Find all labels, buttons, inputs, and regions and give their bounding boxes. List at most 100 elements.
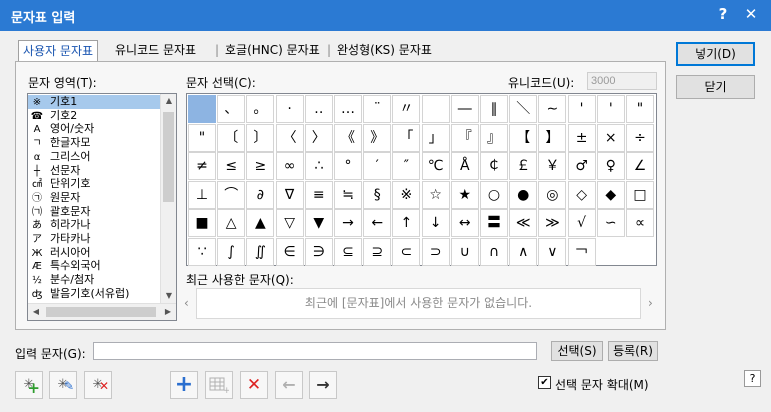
area-list-item[interactable]: ☎ 기호2 xyxy=(28,109,161,123)
area-list-item[interactable]: ㈀ 괄호문자 xyxy=(28,205,161,219)
symbol-cell[interactable]: ′ xyxy=(363,152,392,180)
symbol-cell[interactable]: ⌒ xyxy=(217,180,246,209)
symbol-cell[interactable]: 』 xyxy=(480,123,508,152)
area-list-item[interactable]: α 그리스어 xyxy=(28,150,161,164)
symbol-cell[interactable]: ∝ xyxy=(626,209,654,237)
symbol-cell[interactable]: ∼ xyxy=(538,95,567,123)
symbol-cell[interactable]: ▽ xyxy=(275,209,304,237)
symbol-cell[interactable]: ≡ xyxy=(304,180,333,209)
symbol-cell[interactable]: ◇ xyxy=(567,180,596,209)
symbol-cell[interactable]: 、 xyxy=(217,95,246,123)
symbol-cell[interactable]: " xyxy=(188,123,216,152)
symbol-cell[interactable]: 『 xyxy=(450,123,479,152)
symbol-cell[interactable]: ⊂ xyxy=(392,237,421,266)
recent-prev-icon[interactable]: ‹ xyxy=(184,296,189,310)
area-list-item[interactable]: ※ 기호1 xyxy=(28,95,161,109)
symbol-cell[interactable]: ◆ xyxy=(596,180,625,209)
area-list-item[interactable]: あ 히라가나 xyxy=(28,218,161,232)
area-list-item[interactable]: ㄱ 한글자모 xyxy=(28,136,161,150)
symbol-cell[interactable]: ∪ xyxy=(450,237,479,266)
move-right-icon[interactable]: → xyxy=(309,371,337,399)
unicode-input[interactable] xyxy=(587,72,657,90)
symbol-cell[interactable]: ∽ xyxy=(596,209,625,237)
symbol-cell[interactable]: ' xyxy=(596,95,625,123)
scroll-thumb-horizontal[interactable] xyxy=(46,307,156,317)
symbol-cell[interactable]: ＼ xyxy=(509,95,538,123)
symbol-cell[interactable]: ⊆ xyxy=(334,237,362,266)
symbol-cell[interactable]: ※ xyxy=(392,180,421,209)
symbol-cell[interactable]: ￠ xyxy=(480,152,508,180)
symbol-cell[interactable]: ⊥ xyxy=(188,180,216,209)
symbol-cell[interactable]: 〕 xyxy=(246,123,275,152)
symbol-cell[interactable]: ℃ xyxy=(421,152,450,180)
symbol-cell[interactable]: 】 xyxy=(538,123,567,152)
area-list-item[interactable]: Æ 특수외국어 xyxy=(28,259,161,273)
recent-next-icon[interactable]: › xyxy=(648,296,653,310)
help-icon[interactable]: ? xyxy=(744,370,761,387)
area-list[interactable]: ※ 기호1 ☎ 기호2 A 영어/숫자 ㄱ 한글자모 α 그리스어 ┼ 선문자 ㎠ 단위기호 ㉠ 원문자 ㈀ 괄호… xyxy=(27,93,177,321)
area-list-item[interactable]: ア 가타카나 xyxy=(28,232,161,246)
close-button[interactable]: ✕ xyxy=(741,5,761,23)
delete-group-icon[interactable]: ✳ ✕ xyxy=(84,371,112,399)
symbol-cell[interactable]: → xyxy=(334,209,362,237)
symbol-cell[interactable]: ∴ xyxy=(304,152,333,180)
symbol-cell[interactable]: ∠ xyxy=(626,152,654,180)
scroll-left-icon[interactable]: ◀ xyxy=(28,307,44,316)
symbol-cell[interactable]: × xyxy=(596,123,625,152)
area-list-item[interactable]: Ж 러시아어 xyxy=(28,246,161,260)
symbol-cell[interactable]: ○ xyxy=(480,180,508,209)
symbol-cell[interactable]: ° xyxy=(334,152,362,180)
symbol-cell[interactable]: ⊇ xyxy=(363,237,392,266)
symbol-cell[interactable]: ≥ xyxy=(246,152,275,180)
area-list-item[interactable]: A 영어/숫자 xyxy=(28,122,161,136)
symbol-cell[interactable]: ▼ xyxy=(304,209,333,237)
register-button[interactable]: 등록(R) xyxy=(608,341,658,361)
symbol-cell[interactable]: ∥ xyxy=(480,95,508,123)
symbol-cell[interactable]: 」 xyxy=(421,123,450,152)
symbol-cell[interactable]: ∩ xyxy=(480,237,508,266)
symbol-cell[interactable]: ☆ xyxy=(421,180,450,209)
symbol-cell[interactable]: □ xyxy=(626,180,654,209)
scroll-thumb[interactable] xyxy=(163,112,174,202)
vertical-scrollbar[interactable]: ▲ ▼ xyxy=(160,94,176,304)
symbol-cell[interactable]: ÷ xyxy=(626,123,654,152)
symbol-cell[interactable]: ≫ xyxy=(538,209,567,237)
symbol-cell[interactable]: ≒ xyxy=(334,180,362,209)
symbol-cell[interactable]: ● xyxy=(509,180,538,209)
symbol-cell[interactable]: ‥ xyxy=(304,95,333,123)
symbol-cell[interactable]: ∫ xyxy=(217,237,246,266)
symbol-cell[interactable]: ← xyxy=(363,209,392,237)
help-button[interactable]: ? xyxy=(713,5,733,23)
delete-char-icon[interactable]: ✕ xyxy=(240,371,268,399)
input-chars-field[interactable] xyxy=(93,342,537,360)
symbol-cell[interactable]: ∵ xyxy=(188,237,216,266)
symbol-cell[interactable]: ■ xyxy=(188,209,216,237)
symbol-cell[interactable]: ★ xyxy=(450,180,479,209)
symbol-cell[interactable]: 〓 xyxy=(480,209,508,237)
tab-ks[interactable]: 완성형(KS) 문자표 xyxy=(333,40,436,62)
symbol-cell[interactable]: 【 xyxy=(509,123,538,152)
symbol-cell[interactable]: ∨ xyxy=(538,237,567,266)
symbol-cell[interactable]: ∬ xyxy=(246,237,275,266)
symbol-cell[interactable]: 《 xyxy=(334,123,362,152)
symbol-cell[interactable]: ∇ xyxy=(275,180,304,209)
symbol-cell[interactable]: ' xyxy=(567,95,596,123)
symbol-cell[interactable]: ♀ xyxy=(596,152,625,180)
symbol-cell[interactable]: " xyxy=(626,95,654,123)
symbol-cell[interactable]: 〈 xyxy=(275,123,304,152)
symbol-cell[interactable]: ￢ xyxy=(567,237,596,266)
symbol-cell[interactable]: ± xyxy=(567,123,596,152)
symbol-cell[interactable]: 〔 xyxy=(217,123,246,152)
symbol-cell[interactable]: ∋ xyxy=(304,237,333,266)
enlarge-checkbox[interactable]: ✔ xyxy=(538,376,551,389)
symbol-cell[interactable]: ∧ xyxy=(509,237,538,266)
area-list-item[interactable]: ㉠ 원문자 xyxy=(28,191,161,205)
symbol-cell[interactable]: ⊃ xyxy=(421,237,450,266)
symbol-cell[interactable]: ≠ xyxy=(188,152,216,180)
symbol-cell[interactable]: · xyxy=(275,95,304,123)
scroll-up-icon[interactable]: ▲ xyxy=(161,96,176,105)
symbol-cell[interactable]: ↓ xyxy=(421,209,450,237)
symbol-cell[interactable]: △ xyxy=(217,209,246,237)
symbol-cell[interactable]: ▲ xyxy=(246,209,275,237)
tab-unicode[interactable]: 유니코드 문자표 xyxy=(111,40,200,62)
